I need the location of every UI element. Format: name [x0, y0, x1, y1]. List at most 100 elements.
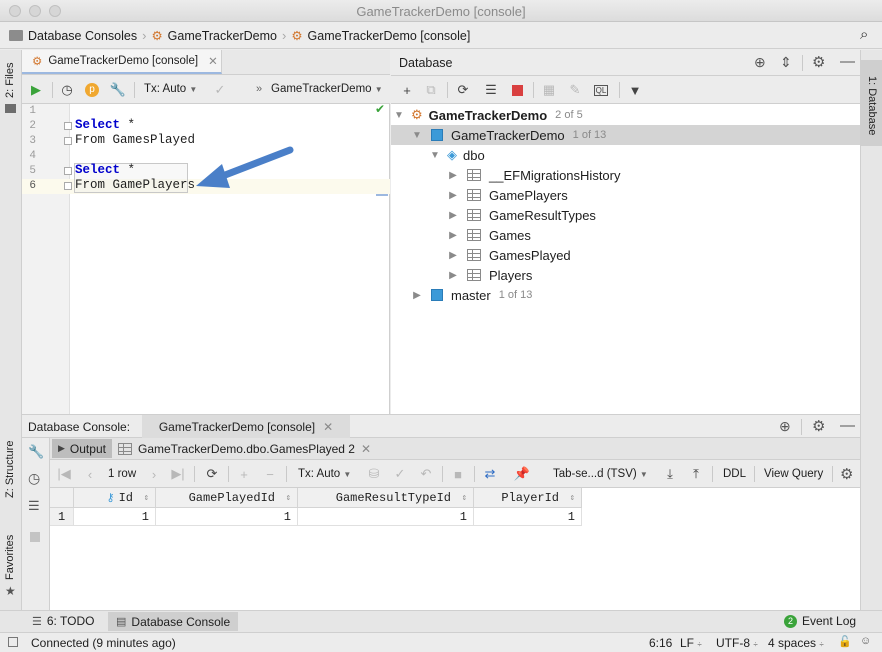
- database-icon[interactable]: ⛁: [366, 466, 382, 482]
- upload-icon[interactable]: ⤒: [688, 466, 704, 482]
- breadcrumb-item[interactable]: GameTrackerDemo: [168, 29, 277, 43]
- refresh-icon[interactable]: ⟳: [204, 466, 220, 482]
- indent-select[interactable]: 4 spaces ÷: [768, 636, 824, 650]
- tree-node-table[interactable]: ▶ GameResultTypes: [391, 205, 860, 225]
- delete-row-icon[interactable]: −: [262, 466, 278, 482]
- download-icon[interactable]: ⤓: [662, 466, 678, 482]
- edit-properties-icon[interactable]: ☰: [483, 82, 499, 98]
- tree-node-table[interactable]: ▶ Games: [391, 225, 860, 245]
- gear-icon[interactable]: ⚙: [840, 465, 853, 483]
- chevron-right-icon[interactable]: ▶: [447, 270, 459, 281]
- tree-node-database[interactable]: ▶ master 1 of 13: [391, 285, 860, 305]
- tree-node-database[interactable]: ▼ GameTrackerDemo 1 of 13: [391, 125, 860, 145]
- compare-icon[interactable]: ⇄: [482, 466, 498, 482]
- column-header[interactable]: ⚷ Id ⇕: [74, 488, 156, 508]
- files-toolwindow-button[interactable]: 2: Files: [4, 63, 16, 98]
- breadcrumb-item[interactable]: Database Consoles: [28, 29, 137, 43]
- gear-icon[interactable]: ⚙: [812, 53, 825, 71]
- encoding-select[interactable]: UTF-8 ÷: [716, 636, 758, 650]
- previous-page-icon[interactable]: ‹: [82, 466, 98, 482]
- chevron-right-icon[interactable]: ▶: [447, 210, 459, 221]
- history-icon[interactable]: ◷: [59, 82, 75, 98]
- sql-console-icon[interactable]: QL: [593, 82, 609, 98]
- breadcrumb-item[interactable]: GameTrackerDemo [console]: [308, 29, 471, 43]
- chevron-down-icon[interactable]: ▼: [411, 130, 423, 141]
- transaction-mode-select[interactable]: Tx: Auto ▼: [144, 83, 197, 95]
- sql-editor[interactable]: 1 2 3 4 5 6 Select * From GamesPlayed Se…: [22, 102, 390, 414]
- pin-icon[interactable]: 📌: [514, 466, 530, 482]
- pencil-icon[interactable]: ✎: [567, 82, 583, 98]
- chevron-right-icon[interactable]: ▶: [447, 250, 459, 261]
- wrench-icon[interactable]: 🔧: [110, 82, 126, 98]
- parameters-icon[interactable]: p: [84, 82, 100, 98]
- tree-node-table[interactable]: ▶ __EFMigrationsHistory: [391, 165, 860, 185]
- crosshair-icon[interactable]: ⊕: [754, 54, 766, 71]
- close-icon[interactable]: ✕: [361, 442, 371, 456]
- fold-marker-icon[interactable]: [64, 122, 72, 130]
- close-icon[interactable]: ✕: [208, 54, 218, 68]
- table-view-icon[interactable]: ▦: [541, 82, 557, 98]
- layout-icon[interactable]: ☰: [28, 498, 40, 514]
- chevron-down-icon[interactable]: ▼: [393, 110, 405, 121]
- hide-icon[interactable]: —: [840, 417, 855, 434]
- chevron-right-icon[interactable]: ▶: [447, 190, 459, 201]
- commit-icon[interactable]: ✓: [392, 466, 408, 482]
- toggle-tool-windows-icon[interactable]: [8, 637, 18, 647]
- output-tab[interactable]: ▶ Output: [52, 439, 112, 458]
- ddl-button[interactable]: DDL: [723, 468, 746, 480]
- chevron-right-icon[interactable]: ▶: [447, 230, 459, 241]
- first-page-icon[interactable]: |◀: [56, 466, 72, 482]
- close-icon[interactable]: ✕: [323, 420, 333, 434]
- view-query-button[interactable]: View Query: [764, 468, 823, 480]
- history-icon[interactable]: ◷: [28, 470, 40, 487]
- stop-icon[interactable]: ■: [450, 466, 466, 482]
- favorites-toolwindow-button[interactable]: Favorites: [4, 535, 16, 580]
- last-page-icon[interactable]: ▶|: [170, 466, 186, 482]
- fold-marker-icon[interactable]: [64, 137, 72, 145]
- wrench-icon[interactable]: 🔧: [28, 444, 44, 460]
- hide-icon[interactable]: —: [840, 53, 855, 70]
- console-tab[interactable]: GameTrackerDemo [console] ✕: [142, 415, 350, 438]
- chevron-down-icon[interactable]: ▼: [429, 150, 441, 161]
- fold-marker-icon[interactable]: [64, 167, 72, 175]
- fold-marker-icon[interactable]: [64, 182, 72, 190]
- event-log-button[interactable]: 2 Event Log: [784, 614, 856, 628]
- row-count[interactable]: 1 row: [108, 468, 136, 480]
- caret-position[interactable]: 6:16: [649, 636, 672, 650]
- column-header[interactable]: PlayerId ⇕: [474, 488, 582, 508]
- column-header[interactable]: GamePlayedId ⇕: [156, 488, 298, 508]
- tree-node-table[interactable]: ▶ Players: [391, 265, 860, 285]
- stop-icon[interactable]: [30, 532, 40, 542]
- add-icon[interactable]: +: [399, 82, 415, 98]
- datasource-select[interactable]: GameTrackerDemo ▼: [271, 83, 383, 95]
- sort-icon[interactable]: ⇕: [570, 493, 575, 503]
- sort-icon[interactable]: ⇕: [286, 493, 291, 503]
- sort-icon[interactable]: ⇕: [144, 493, 149, 503]
- structure-toolwindow-button[interactable]: Z: Structure: [4, 441, 16, 498]
- grid-cell[interactable]: 1: [74, 508, 156, 526]
- grid-cell[interactable]: 1: [474, 508, 582, 526]
- add-row-icon[interactable]: +: [236, 466, 252, 482]
- db-console-toolwindow-button[interactable]: ▤ Database Console: [108, 612, 239, 631]
- editor-tab[interactable]: ⚙ GameTrackerDemo [console] ✕: [22, 50, 222, 74]
- filter-icon[interactable]: ▼: [627, 82, 643, 98]
- tree-node-schema[interactable]: ▼ ◈ dbo: [391, 145, 860, 165]
- refresh-icon[interactable]: ⟳: [455, 82, 471, 98]
- rollback-icon[interactable]: ↶: [418, 466, 434, 482]
- tree-node-datasource[interactable]: ▼ ⚙ GameTrackerDemo 2 of 5: [391, 105, 860, 125]
- tree-node-table[interactable]: ▶ GamePlayers: [391, 185, 860, 205]
- grid-cell[interactable]: 1: [156, 508, 298, 526]
- line-separator-select[interactable]: LF ÷: [680, 636, 702, 650]
- execute-icon[interactable]: ▶: [28, 82, 44, 98]
- result-tab[interactable]: GameTrackerDemo.dbo.GamesPlayed 2 ✕: [116, 439, 371, 458]
- todo-toolwindow-button[interactable]: ☰ 6: TODO: [32, 614, 94, 628]
- duplicate-icon[interactable]: ⧉: [423, 82, 439, 98]
- column-header[interactable]: GameResultTypeId ⇕: [298, 488, 474, 508]
- collapse-all-icon[interactable]: ⇕: [780, 54, 792, 71]
- chevron-right-icon[interactable]: ▶: [411, 290, 423, 301]
- commit-icon[interactable]: ✓: [212, 82, 228, 98]
- next-page-icon[interactable]: ›: [146, 466, 162, 482]
- gear-icon[interactable]: ⚙: [812, 417, 825, 435]
- inspector-icon[interactable]: ☺: [860, 635, 871, 647]
- chevron-right-icon[interactable]: ▶: [447, 170, 459, 181]
